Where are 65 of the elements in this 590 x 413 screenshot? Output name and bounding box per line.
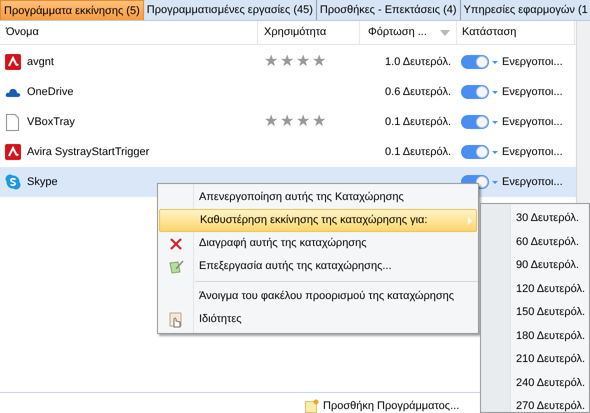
menu-item[interactable]: 240 Δευτερόλ. (481, 374, 589, 398)
umbrella-logo-icon (4, 54, 20, 70)
menu-item[interactable]: 180 Δευτερόλ. (481, 328, 589, 351)
star-icon: ★ (264, 114, 278, 130)
status-text: Ενεργοποι... (502, 144, 563, 160)
program-name: Skype (27, 174, 58, 190)
star-icon: ★ (296, 54, 310, 70)
load-time: 0.6 Δευτερόλ. (385, 86, 451, 98)
status-text: Ενεργοποι... (502, 84, 563, 100)
dropdown-icon[interactable] (492, 90, 498, 94)
dropdown-icon[interactable] (492, 60, 498, 64)
toggle-switch[interactable] (461, 55, 489, 69)
tab[interactable]: Προγράμματα εκκίνησης (5) (0, 0, 144, 20)
menu-item[interactable]: 60 Δευτερόλ. (481, 234, 589, 257)
program-name: OneDrive (27, 84, 74, 100)
menu-item[interactable]: Άνοιγμα του φακέλου προορισμού της καταχώρησης (159, 285, 477, 308)
menu-item[interactable]: Καθυστέρηση εκκίνησης της καταχώρησης για: (159, 209, 477, 232)
star-icon: ★ (312, 54, 326, 70)
load-time: 1.0 Δευτερόλ. (385, 56, 451, 68)
tab[interactable]: Προγραμματισμένες εργασίες (45) (144, 0, 317, 20)
column-header[interactable]: Χρησιμότητα (264, 24, 326, 41)
program-name: avgnt (27, 54, 54, 70)
tab[interactable]: Προσθήκες - Επεκτάσεις (4) (316, 0, 461, 20)
menu-item[interactable]: 210 Δευτερόλ. (481, 351, 589, 374)
umbrella-logo-icon (4, 144, 20, 160)
column-header[interactable]: Φόρτωση ... (368, 24, 427, 41)
menu-item[interactable]: 270 Δευτερόλ. (481, 398, 589, 412)
star-icon: ★ (296, 114, 310, 130)
status-text: Ενεργοποι... (502, 114, 563, 130)
load-time: 0.1 Δευτερόλ. (385, 146, 451, 158)
menu-item[interactable]: Διαγραφή αυτής της καταχώρησης (159, 232, 477, 255)
menu-item[interactable]: Επεξεργασία αυτής της καταχώρησης... (159, 255, 477, 278)
menu-item[interactable]: Απενεργοποίηση αυτής της Καταχώρησης (159, 186, 477, 209)
toggle-switch[interactable] (461, 115, 489, 129)
toggle-switch[interactable] (461, 145, 489, 159)
add-note-icon (305, 399, 319, 413)
dropdown-icon[interactable] (492, 120, 498, 124)
cloud-icon (4, 86, 20, 98)
scrollbar-track[interactable] (576, 21, 590, 203)
sort-icon (440, 30, 450, 36)
program-name: Avira SystrayStartTrigger (27, 144, 150, 160)
hand-pointer-icon (169, 312, 183, 328)
column-header[interactable]: Όνομα (6, 24, 39, 41)
star-icon: ★ (312, 114, 326, 130)
edit-icon (168, 260, 184, 274)
status-text: Ενεργοποι... (502, 174, 563, 190)
add-program-button[interactable]: Προσθήκη Προγράμματος... (323, 398, 460, 413)
file-icon (6, 114, 19, 130)
column-header[interactable]: Κατάσταση (462, 24, 516, 41)
status-text: Ενεργοποι... (502, 54, 563, 70)
program-name: VBoxTray (27, 114, 75, 130)
menu-item[interactable]: 90 Δευτερόλ. (481, 257, 589, 280)
toggle-switch[interactable] (461, 85, 489, 99)
star-icon: ★ (280, 114, 294, 130)
menu-item[interactable]: 150 Δευτερόλ. (481, 304, 589, 328)
star-icon: ★ (280, 54, 294, 70)
menu-item[interactable]: 30 Δευτερόλ. (481, 210, 589, 234)
dropdown-icon[interactable] (492, 180, 498, 184)
menu-item[interactable]: Ιδιότητες (159, 308, 477, 331)
menu-item[interactable]: 120 Δευτερόλ. (481, 280, 589, 304)
load-time: 0.1 Δευτερόλ. (385, 116, 451, 128)
star-icon: ★ (264, 54, 278, 70)
close-icon (169, 236, 183, 250)
skype-s-icon (4, 174, 20, 190)
dropdown-icon[interactable] (492, 150, 498, 154)
